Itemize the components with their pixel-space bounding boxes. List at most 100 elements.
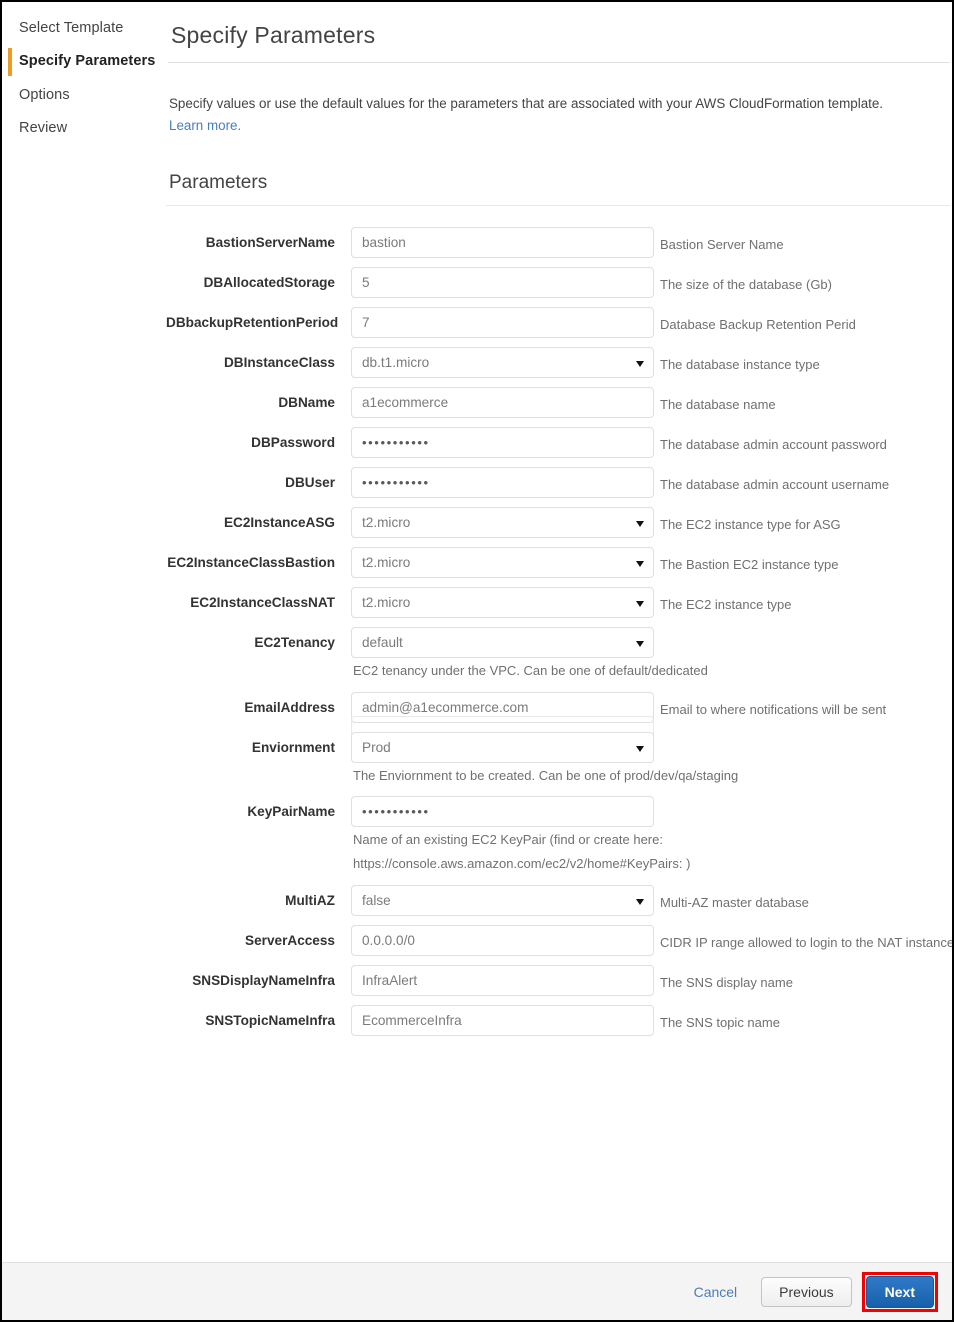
previous-button[interactable]: Previous	[761, 1276, 852, 1307]
parameter-row: EC2InstanceASG t2.micro The EC2 instance t…	[166, 502, 952, 539]
next-button[interactable]: Next	[865, 1275, 934, 1308]
intro-text: Specify values or use the default values…	[169, 96, 884, 111]
parameter-description: Bastion Server Name	[660, 237, 784, 253]
parameter-label: DBUser	[285, 475, 335, 491]
parameter-row: KeyPairName ••••••••••• Name of an existin…	[166, 791, 952, 876]
parameter-row: DBName a1ecommerce The database name	[166, 382, 952, 419]
next-button-highlight: Next	[861, 1271, 938, 1312]
learn-more-link[interactable]: Learn more.	[169, 118, 241, 133]
parameter-description: Database Backup Retention Perid	[660, 317, 856, 333]
parameter-field-wrap: false	[351, 880, 654, 916]
parameter-value: EcommerceInfra	[362, 1012, 462, 1028]
parameter-select[interactable]: t2.micro	[351, 587, 654, 619]
parameter-value: Prod	[362, 739, 391, 755]
parameter-password-input[interactable]: •••••••••••	[351, 427, 654, 459]
parameter-select[interactable]: t2.micro	[351, 507, 654, 539]
parameter-value: 0.0.0.0/0	[362, 932, 415, 948]
parameter-value: 7	[362, 315, 370, 331]
parameter-text-input[interactable]: 7	[351, 307, 654, 339]
parameter-value: 5	[362, 275, 370, 291]
parameter-text-input[interactable]: 5	[351, 267, 654, 299]
parameter-row: SNSTopicNameInfra EcommerceInfra The SNS t…	[166, 1000, 952, 1036]
parameters-list: BastionServerName bastion Bastion Server N…	[166, 206, 952, 1036]
sidebar-item-specify-parameters[interactable]: Specify Parameters	[2, 45, 166, 78]
parameter-text-input[interactable]: 0.0.0.0/0	[351, 924, 654, 956]
parameter-label: EC2InstanceClassBastion	[167, 555, 335, 571]
parameter-row: EC2InstanceClassBastion t2.micro The Basti…	[166, 542, 952, 579]
parameter-text-input[interactable]: bastion	[351, 227, 654, 259]
parameter-row: EC2Tenancy default EC2 tenancy under the V…	[166, 622, 952, 682]
parameter-value: t2.micro	[362, 595, 411, 611]
parameter-field-wrap: admin@a1ecommerce.com	[351, 687, 654, 723]
parameter-field-wrap: Prod The Enviornment to be created. Can b…	[351, 715, 739, 787]
parameter-label: DBbackupRetentionPeriod	[166, 315, 339, 331]
parameter-field-wrap: a1ecommerce	[351, 382, 654, 419]
parameter-help-text: Name of an existing EC2 KeyPair (find or…	[353, 832, 663, 848]
sidebar-item-select-template[interactable]: Select Template	[2, 12, 166, 45]
sidebar-item-options[interactable]: Options	[2, 79, 166, 112]
parameter-password-input[interactable]: •••••••••••	[351, 796, 654, 828]
parameter-value: a1ecommerce	[362, 395, 449, 411]
parameter-field-wrap: •••••••••••	[351, 462, 654, 499]
parameter-description: The database admin account password	[660, 437, 887, 453]
wizard-sidebar: Select Template Specify Parameters Options…	[2, 2, 166, 1320]
parameter-row: DBbackupRetentionPeriod 7 Database Backup …	[166, 302, 952, 339]
parameter-field-wrap: 0.0.0.0/0	[351, 920, 654, 956]
parameter-label: EC2InstanceClassNAT	[190, 595, 335, 611]
parameter-select[interactable]: Prod	[351, 731, 654, 763]
chevron-down-icon	[636, 898, 644, 905]
parameter-help-text: https://console.aws.amazon.com/ec2/v2/ho…	[353, 856, 691, 872]
parameter-field-wrap: db.t1.micro	[351, 342, 654, 379]
parameter-description: The database instance type	[660, 357, 820, 373]
parameter-label: EC2InstanceASG	[223, 515, 335, 531]
parameter-field-wrap: EcommerceInfra	[351, 1000, 654, 1036]
parameter-value: •••••••••••	[362, 804, 430, 820]
cancel-button[interactable]: Cancel	[684, 1278, 748, 1306]
parameter-field-wrap: bastion	[351, 222, 654, 259]
parameter-value: InfraAlert	[362, 972, 418, 988]
parameter-field-wrap: t2.micro	[351, 502, 654, 539]
chevron-down-icon	[636, 361, 644, 368]
parameter-value: bastion	[362, 235, 406, 251]
parameter-password-input[interactable]: •••••••••••	[351, 467, 654, 499]
sidebar-item-review[interactable]: Review	[2, 112, 166, 145]
parameter-text-input[interactable]: admin@a1ecommerce.com	[351, 691, 654, 723]
parameter-description: The SNS topic name	[660, 1014, 780, 1030]
parameter-description: The database admin account username	[660, 477, 890, 493]
parameter-field-wrap: •••••••••••	[351, 422, 654, 459]
parameter-select[interactable]: default	[351, 627, 654, 659]
parameter-value: •••••••••••	[362, 475, 430, 491]
parameter-field-wrap: t2.micro	[351, 582, 654, 619]
parameter-label: SNSDisplayNameInfra	[192, 972, 335, 988]
sidebar-item-label: Options	[19, 86, 70, 103]
parameter-label: DBAllocatedStorage	[203, 275, 335, 291]
parameter-description: The SNS display name	[660, 974, 793, 990]
parameter-row: EmailAddress admin@a1ecommerce.com Email t…	[166, 687, 952, 723]
parameter-row: SNSDisplayNameInfra InfraAlert The SNS dis…	[166, 960, 952, 996]
parameter-description	[654, 727, 952, 740]
page-title: Specify Parameters	[168, 2, 950, 63]
chevron-down-icon	[636, 641, 644, 648]
chevron-down-icon	[636, 521, 644, 528]
parameter-select[interactable]: false	[351, 884, 654, 916]
parameter-text-input[interactable]: EcommerceInfra	[351, 1004, 654, 1036]
parameter-field-wrap: 5	[351, 262, 654, 299]
parameter-description: The EC2 instance type for ASG	[660, 517, 841, 533]
parameter-label: SNSTopicNameInfra	[205, 1012, 335, 1028]
parameter-value: default	[362, 635, 403, 651]
parameter-field-wrap: default EC2 tenancy under the VPC. Can be…	[351, 622, 708, 682]
parameter-help-text: The Enviornment to be created. Can be on…	[353, 767, 739, 783]
parameter-text-input[interactable]: InfraAlert	[351, 964, 654, 996]
parameter-value: t2.micro	[362, 515, 411, 531]
parameter-text-input[interactable]: a1ecommerce	[351, 387, 654, 419]
parameter-label: BastionServerName	[205, 235, 335, 251]
parameter-value: db.t1.micro	[362, 355, 430, 371]
parameter-description: Email to where notifications will be sen…	[660, 701, 887, 717]
parameter-row: Enviornment Prod The Enviornment to be cre…	[166, 715, 952, 787]
parameter-select[interactable]: t2.micro	[351, 547, 654, 579]
parameter-label: DBPassword	[251, 435, 335, 451]
parameter-select[interactable]: db.t1.micro	[351, 347, 654, 379]
parameter-row: DBAllocatedStorage 5 The size of the datab…	[166, 262, 952, 299]
parameter-row: DBInstanceClass db.t1.micro The database i…	[166, 342, 952, 379]
wizard-footer: Cancel Previous Next	[2, 1262, 952, 1320]
